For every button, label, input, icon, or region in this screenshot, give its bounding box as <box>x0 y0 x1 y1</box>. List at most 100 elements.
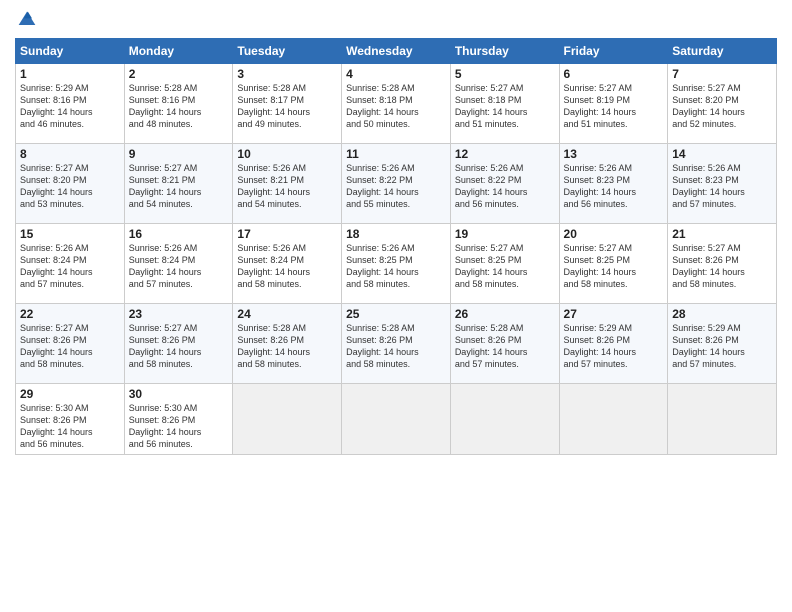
logo <box>15 10 37 30</box>
calendar-cell: 20Sunrise: 5:27 AMSunset: 8:25 PMDayligh… <box>559 224 668 304</box>
day-info: Sunrise: 5:27 AMSunset: 8:18 PMDaylight:… <box>455 82 555 131</box>
day-info: Sunrise: 5:27 AMSunset: 8:20 PMDaylight:… <box>672 82 772 131</box>
calendar-cell: 25Sunrise: 5:28 AMSunset: 8:26 PMDayligh… <box>342 304 451 384</box>
day-number: 3 <box>237 67 337 81</box>
calendar-cell: 8Sunrise: 5:27 AMSunset: 8:20 PMDaylight… <box>16 144 125 224</box>
calendar: SundayMondayTuesdayWednesdayThursdayFrid… <box>15 38 777 455</box>
day-info: Sunrise: 5:28 AMSunset: 8:26 PMDaylight:… <box>455 322 555 371</box>
day-info: Sunrise: 5:28 AMSunset: 8:26 PMDaylight:… <box>237 322 337 371</box>
day-number: 16 <box>129 227 229 241</box>
day-number: 13 <box>564 147 664 161</box>
calendar-cell: 28Sunrise: 5:29 AMSunset: 8:26 PMDayligh… <box>668 304 777 384</box>
day-info: Sunrise: 5:29 AMSunset: 8:26 PMDaylight:… <box>672 322 772 371</box>
day-number: 12 <box>455 147 555 161</box>
calendar-cell: 10Sunrise: 5:26 AMSunset: 8:21 PMDayligh… <box>233 144 342 224</box>
day-info: Sunrise: 5:27 AMSunset: 8:26 PMDaylight:… <box>672 242 772 291</box>
day-number: 9 <box>129 147 229 161</box>
day-info: Sunrise: 5:26 AMSunset: 8:24 PMDaylight:… <box>237 242 337 291</box>
day-info: Sunrise: 5:27 AMSunset: 8:19 PMDaylight:… <box>564 82 664 131</box>
day-info: Sunrise: 5:26 AMSunset: 8:23 PMDaylight:… <box>564 162 664 211</box>
calendar-cell <box>450 384 559 455</box>
calendar-cell: 6Sunrise: 5:27 AMSunset: 8:19 PMDaylight… <box>559 64 668 144</box>
day-number: 10 <box>237 147 337 161</box>
weekday-header-saturday: Saturday <box>668 39 777 64</box>
day-info: Sunrise: 5:28 AMSunset: 8:26 PMDaylight:… <box>346 322 446 371</box>
day-number: 11 <box>346 147 446 161</box>
weekday-header-thursday: Thursday <box>450 39 559 64</box>
calendar-cell: 5Sunrise: 5:27 AMSunset: 8:18 PMDaylight… <box>450 64 559 144</box>
day-info: Sunrise: 5:29 AMSunset: 8:26 PMDaylight:… <box>564 322 664 371</box>
day-info: Sunrise: 5:26 AMSunset: 8:21 PMDaylight:… <box>237 162 337 211</box>
calendar-cell <box>342 384 451 455</box>
day-number: 17 <box>237 227 337 241</box>
day-info: Sunrise: 5:26 AMSunset: 8:22 PMDaylight:… <box>346 162 446 211</box>
day-info: Sunrise: 5:28 AMSunset: 8:17 PMDaylight:… <box>237 82 337 131</box>
weekday-header-friday: Friday <box>559 39 668 64</box>
day-number: 4 <box>346 67 446 81</box>
calendar-cell: 9Sunrise: 5:27 AMSunset: 8:21 PMDaylight… <box>124 144 233 224</box>
day-info: Sunrise: 5:26 AMSunset: 8:25 PMDaylight:… <box>346 242 446 291</box>
weekday-header-wednesday: Wednesday <box>342 39 451 64</box>
day-info: Sunrise: 5:26 AMSunset: 8:22 PMDaylight:… <box>455 162 555 211</box>
calendar-cell: 11Sunrise: 5:26 AMSunset: 8:22 PMDayligh… <box>342 144 451 224</box>
day-number: 19 <box>455 227 555 241</box>
calendar-cell: 4Sunrise: 5:28 AMSunset: 8:18 PMDaylight… <box>342 64 451 144</box>
logo-icon <box>17 10 37 30</box>
calendar-cell: 12Sunrise: 5:26 AMSunset: 8:22 PMDayligh… <box>450 144 559 224</box>
calendar-cell: 23Sunrise: 5:27 AMSunset: 8:26 PMDayligh… <box>124 304 233 384</box>
day-info: Sunrise: 5:27 AMSunset: 8:21 PMDaylight:… <box>129 162 229 211</box>
weekday-header-tuesday: Tuesday <box>233 39 342 64</box>
day-number: 25 <box>346 307 446 321</box>
calendar-cell: 19Sunrise: 5:27 AMSunset: 8:25 PMDayligh… <box>450 224 559 304</box>
day-number: 22 <box>20 307 120 321</box>
calendar-week-3: 15Sunrise: 5:26 AMSunset: 8:24 PMDayligh… <box>16 224 777 304</box>
day-info: Sunrise: 5:27 AMSunset: 8:26 PMDaylight:… <box>20 322 120 371</box>
day-number: 15 <box>20 227 120 241</box>
day-info: Sunrise: 5:26 AMSunset: 8:24 PMDaylight:… <box>20 242 120 291</box>
calendar-cell: 29Sunrise: 5:30 AMSunset: 8:26 PMDayligh… <box>16 384 125 455</box>
weekday-header-sunday: Sunday <box>16 39 125 64</box>
day-info: Sunrise: 5:28 AMSunset: 8:16 PMDaylight:… <box>129 82 229 131</box>
header <box>15 10 777 30</box>
calendar-cell <box>233 384 342 455</box>
calendar-week-5: 29Sunrise: 5:30 AMSunset: 8:26 PMDayligh… <box>16 384 777 455</box>
day-number: 5 <box>455 67 555 81</box>
calendar-header-row: SundayMondayTuesdayWednesdayThursdayFrid… <box>16 39 777 64</box>
calendar-cell: 16Sunrise: 5:26 AMSunset: 8:24 PMDayligh… <box>124 224 233 304</box>
day-number: 14 <box>672 147 772 161</box>
calendar-cell: 18Sunrise: 5:26 AMSunset: 8:25 PMDayligh… <box>342 224 451 304</box>
day-number: 24 <box>237 307 337 321</box>
day-info: Sunrise: 5:26 AMSunset: 8:23 PMDaylight:… <box>672 162 772 211</box>
calendar-cell: 21Sunrise: 5:27 AMSunset: 8:26 PMDayligh… <box>668 224 777 304</box>
day-number: 1 <box>20 67 120 81</box>
day-number: 26 <box>455 307 555 321</box>
day-number: 23 <box>129 307 229 321</box>
day-info: Sunrise: 5:30 AMSunset: 8:26 PMDaylight:… <box>20 402 120 451</box>
calendar-cell: 15Sunrise: 5:26 AMSunset: 8:24 PMDayligh… <box>16 224 125 304</box>
day-number: 18 <box>346 227 446 241</box>
calendar-cell: 30Sunrise: 5:30 AMSunset: 8:26 PMDayligh… <box>124 384 233 455</box>
calendar-cell <box>559 384 668 455</box>
calendar-week-1: 1Sunrise: 5:29 AMSunset: 8:16 PMDaylight… <box>16 64 777 144</box>
day-number: 8 <box>20 147 120 161</box>
day-number: 20 <box>564 227 664 241</box>
day-info: Sunrise: 5:27 AMSunset: 8:20 PMDaylight:… <box>20 162 120 211</box>
day-info: Sunrise: 5:27 AMSunset: 8:26 PMDaylight:… <box>129 322 229 371</box>
day-number: 7 <box>672 67 772 81</box>
day-number: 2 <box>129 67 229 81</box>
calendar-cell: 22Sunrise: 5:27 AMSunset: 8:26 PMDayligh… <box>16 304 125 384</box>
day-info: Sunrise: 5:30 AMSunset: 8:26 PMDaylight:… <box>129 402 229 451</box>
day-number: 21 <box>672 227 772 241</box>
calendar-week-4: 22Sunrise: 5:27 AMSunset: 8:26 PMDayligh… <box>16 304 777 384</box>
calendar-cell: 13Sunrise: 5:26 AMSunset: 8:23 PMDayligh… <box>559 144 668 224</box>
day-number: 30 <box>129 387 229 401</box>
day-info: Sunrise: 5:26 AMSunset: 8:24 PMDaylight:… <box>129 242 229 291</box>
day-info: Sunrise: 5:27 AMSunset: 8:25 PMDaylight:… <box>564 242 664 291</box>
day-number: 27 <box>564 307 664 321</box>
calendar-cell: 26Sunrise: 5:28 AMSunset: 8:26 PMDayligh… <box>450 304 559 384</box>
calendar-cell: 17Sunrise: 5:26 AMSunset: 8:24 PMDayligh… <box>233 224 342 304</box>
calendar-cell: 1Sunrise: 5:29 AMSunset: 8:16 PMDaylight… <box>16 64 125 144</box>
calendar-week-2: 8Sunrise: 5:27 AMSunset: 8:20 PMDaylight… <box>16 144 777 224</box>
day-info: Sunrise: 5:28 AMSunset: 8:18 PMDaylight:… <box>346 82 446 131</box>
calendar-cell: 2Sunrise: 5:28 AMSunset: 8:16 PMDaylight… <box>124 64 233 144</box>
